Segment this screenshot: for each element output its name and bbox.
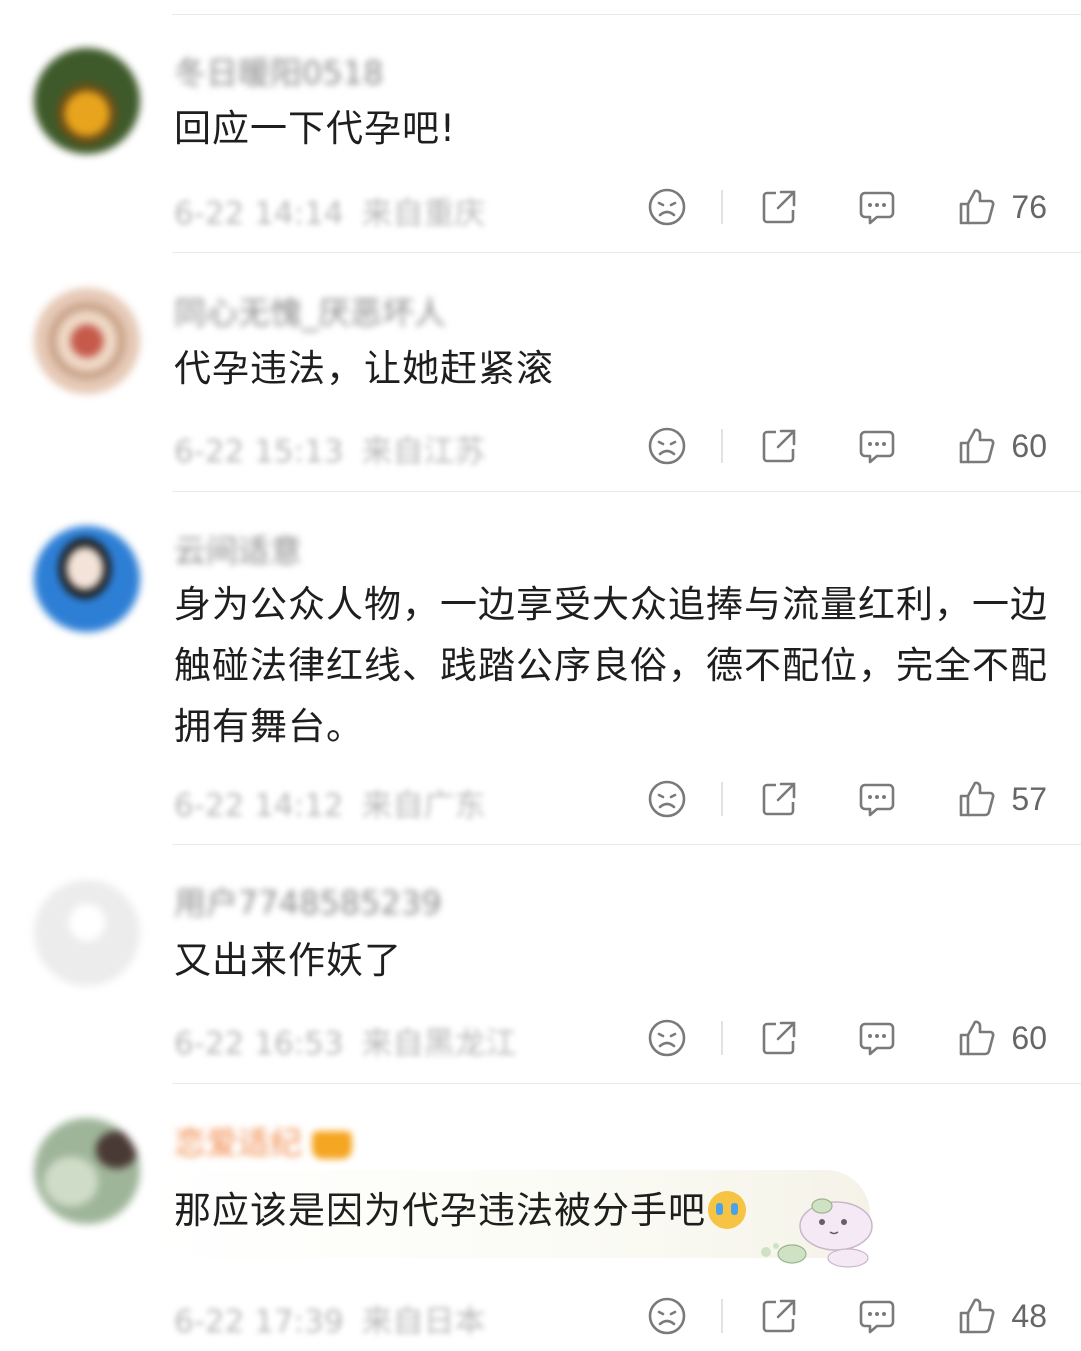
like-icon: [960, 781, 995, 817]
comment-button[interactable]: [857, 426, 897, 466]
comment-location: 来自黑龙江: [361, 1026, 517, 1062]
dislike-face-icon: [649, 188, 686, 226]
action-separator: [721, 1299, 724, 1333]
comment-text-content: 那应该是因为代孕违法被分手吧: [174, 1189, 706, 1232]
dislike-button[interactable]: [647, 779, 687, 819]
action-bar: 60: [647, 1016, 1047, 1060]
like-icon: [960, 189, 995, 225]
avatar[interactable]: [34, 1118, 140, 1224]
comment-date: 6-22 14:12: [174, 788, 344, 824]
comment-date: 6-22 14:14: [174, 196, 344, 232]
comment-text: 代孕违法，让她赶紧滚: [174, 347, 554, 390]
like-count: 48: [1011, 1297, 1047, 1334]
comment-date: 6-22 17:39: [174, 1304, 344, 1340]
share-icon: [763, 429, 796, 463]
comment-icon: [860, 783, 895, 817]
comment-location: 来自日本: [361, 1304, 486, 1340]
comment-button[interactable]: [857, 1296, 897, 1336]
action-separator: [721, 429, 724, 463]
avatar[interactable]: [34, 526, 140, 632]
sticker-decoration: [761, 1198, 873, 1268]
like-button[interactable]: 57: [957, 779, 1047, 819]
comment-location: 来自重庆: [361, 196, 486, 232]
divider: [172, 252, 1081, 253]
avatar[interactable]: [34, 48, 140, 154]
divider: [172, 14, 1081, 15]
comment-text: 那应该是因为代孕违法被分手吧: [174, 1180, 1054, 1241]
like-count: 60: [1011, 427, 1047, 464]
like-button[interactable]: 76: [957, 187, 1047, 227]
comment-meta: 6-22 15:13 来自江苏: [174, 426, 486, 471]
like-button[interactable]: 48: [957, 1296, 1047, 1336]
dislike-button[interactable]: [647, 1296, 687, 1336]
share-icon: [763, 190, 796, 224]
username-text: 恋爱适纪: [174, 1124, 303, 1162]
dislike-button[interactable]: [647, 187, 687, 227]
comment-meta: 6-22 14:12 来自广东: [174, 780, 486, 825]
like-icon: [960, 1020, 995, 1056]
dislike-button[interactable]: [647, 426, 687, 466]
dislike-face-icon: [649, 780, 686, 818]
share-icon: [763, 1299, 796, 1333]
share-icon: [763, 782, 796, 816]
divider: [172, 1083, 1081, 1084]
comment-button[interactable]: [857, 187, 897, 227]
dislike-button[interactable]: [647, 1018, 687, 1058]
username[interactable]: 云间适意: [174, 526, 302, 572]
comment-date: 6-22 15:13: [174, 434, 344, 470]
username[interactable]: 冬日暖阳0518: [174, 48, 383, 94]
like-count: 76: [1011, 188, 1047, 225]
like-count: 60: [1011, 1019, 1047, 1056]
comment-icon: [860, 1022, 895, 1056]
like-icon: [960, 428, 995, 464]
comment-meta: 6-22 16:53 来自黑龙江: [174, 1018, 517, 1063]
divider: [172, 491, 1081, 492]
comment-location: 来自江苏: [361, 434, 486, 470]
comment-icon: [860, 1300, 895, 1334]
action-bar: 76: [647, 185, 1047, 229]
share-button[interactable]: [759, 1018, 799, 1058]
action-bar: 60: [647, 424, 1047, 468]
like-button[interactable]: 60: [957, 426, 1047, 466]
share-icon: [763, 1021, 796, 1055]
comment-icon: [860, 191, 895, 225]
share-button[interactable]: [759, 779, 799, 819]
username[interactable]: 恋爱适纪: [174, 1118, 353, 1164]
comment-meta: 6-22 14:14 来自重庆: [174, 188, 486, 233]
dislike-face-icon: [649, 427, 686, 465]
comment-button[interactable]: [857, 779, 897, 819]
username[interactable]: 同心无愧_厌恶坏人: [174, 288, 446, 334]
comment-text: 回应一下代孕吧!: [174, 107, 456, 150]
comment-meta: 6-22 17:39 来自日本: [174, 1296, 486, 1341]
share-button[interactable]: [759, 187, 799, 227]
dislike-face-icon: [649, 1297, 686, 1335]
like-button[interactable]: 60: [957, 1018, 1047, 1058]
action-bar: 48: [647, 1294, 1047, 1338]
divider: [172, 844, 1081, 845]
share-button[interactable]: [759, 426, 799, 466]
comment-button[interactable]: [857, 1018, 897, 1058]
action-separator: [721, 782, 724, 816]
comment-text: 身为公众人物，一边享受大众追捧与流量红利，一边触碰法律红线、践踏公序良俗，德不配…: [174, 583, 1048, 748]
comment-text: 又出来作妖了: [174, 939, 402, 982]
action-bar: 57: [647, 777, 1047, 821]
crown-badge-icon: [312, 1131, 353, 1159]
action-separator: [721, 1021, 724, 1055]
action-separator: [721, 190, 724, 224]
crying-emoji-icon: [708, 1191, 746, 1229]
like-count: 57: [1011, 780, 1047, 817]
share-button[interactable]: [759, 1296, 799, 1336]
comment-icon: [860, 430, 895, 464]
avatar[interactable]: [34, 288, 140, 394]
username[interactable]: 用户7748585239: [174, 878, 442, 924]
avatar[interactable]: [34, 880, 140, 986]
comment-date: 6-22 16:53: [174, 1026, 344, 1062]
dislike-face-icon: [649, 1019, 686, 1057]
like-icon: [960, 1298, 995, 1334]
comment-location: 来自广东: [361, 788, 486, 824]
